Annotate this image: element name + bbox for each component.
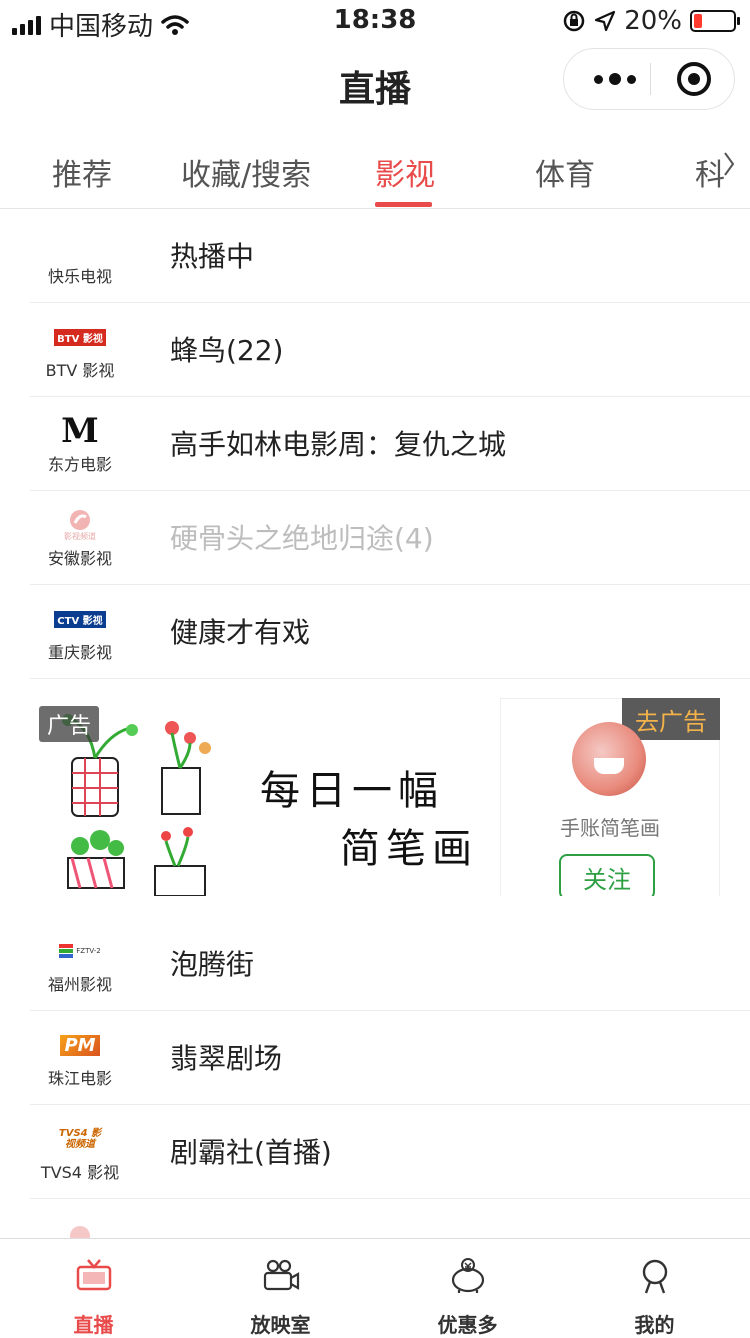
category-tabs: 推荐 收藏/搜索 影视 体育 科 xyxy=(0,126,750,209)
tab-science[interactable]: 科 xyxy=(695,150,725,194)
rotation-lock-icon xyxy=(563,10,585,32)
dragon-logo-text: M xyxy=(61,411,99,451)
channel-name: 福州影视 xyxy=(47,975,112,994)
status-bar: 中国移动 18:38 20% xyxy=(0,0,750,42)
program-title: 高手如林电影周：复仇之城 xyxy=(170,428,507,461)
tvs4-logo-text: TVS4 影视频道 xyxy=(58,1128,102,1150)
mini-program-capsule xyxy=(563,48,735,110)
program-title: 蜂鸟(22) xyxy=(170,334,284,367)
ad-tag: 广告 xyxy=(39,706,100,742)
ctv-logo-text: CTV 影视 xyxy=(54,610,106,628)
program-title: 硬骨头之绝地归途(4) xyxy=(170,522,434,555)
channel-name: 安徽影视 xyxy=(47,549,112,568)
battery-icon xyxy=(690,10,740,32)
channel-logo xyxy=(30,225,130,261)
btv-logo-text: BTV 影视 xyxy=(54,328,106,346)
anhui-logo-icon xyxy=(70,509,90,530)
tabbar-mine[interactable]: 我的 xyxy=(561,1239,748,1337)
list-item[interactable]: FZTV-2 福州影视 泡腾街 xyxy=(30,917,750,1011)
avatar xyxy=(572,722,646,796)
channel-logo: CTV 影视 xyxy=(30,601,130,637)
tabbar-deals[interactable]: 优惠多 xyxy=(374,1239,561,1337)
list-item[interactable]: CTV 影视 重庆影视 健康才有戏 xyxy=(30,585,750,679)
camera-icon xyxy=(263,1259,300,1291)
program-title: 泡腾街 xyxy=(170,948,255,981)
program-title: 翡翠剧场 xyxy=(170,1042,283,1075)
fztv-logo-text: FZTV-2 xyxy=(76,947,101,955)
channel-logo: PM xyxy=(30,1027,130,1063)
bottom-tab-bar: 直播 放映室 优惠多 我的 xyxy=(0,1238,750,1337)
location-arrow-icon xyxy=(595,10,616,32)
navigation-bar: 直播 xyxy=(0,40,750,126)
tab-sports[interactable]: 体育 xyxy=(535,150,595,194)
tab-recommend[interactable]: 推荐 xyxy=(52,150,112,194)
channel-logo: M xyxy=(30,411,130,451)
channel-name: 快乐电视 xyxy=(47,267,112,286)
list-item[interactable]: 快乐电视 热播中 xyxy=(30,209,750,303)
battery-percent: 20% xyxy=(624,6,682,36)
list-item[interactable]: PM 珠江电影 翡翠剧场 xyxy=(30,1011,750,1105)
fztv-logo-icon xyxy=(59,944,74,958)
active-tab-indicator xyxy=(375,202,432,207)
list-item[interactable]: M 东方电影 高手如林电影周：复仇之城 xyxy=(30,397,750,491)
ad-banner[interactable]: 广告 每日一幅 简笔画 去广告 手账简笔画 关注 xyxy=(30,688,720,896)
channel-logo: BTV 影视 xyxy=(30,319,130,355)
tab-film-tv[interactable]: 影视 xyxy=(375,150,435,194)
user-icon xyxy=(642,1259,668,1294)
tabbar-live[interactable]: 直播 xyxy=(0,1239,187,1337)
capsule-divider xyxy=(650,63,651,95)
channel-name: 重庆影视 xyxy=(47,643,112,662)
program-title: 剧霸社(首播) xyxy=(170,1136,332,1169)
channel-name: BTV 影视 xyxy=(45,361,115,380)
follow-button[interactable]: 关注 xyxy=(559,854,655,896)
channel-name: TVS4 影视 xyxy=(40,1163,120,1182)
tabbar-screening-room[interactable]: 放映室 xyxy=(187,1239,374,1337)
pm-logo-text: PM xyxy=(60,1034,100,1056)
tab-favorites-search[interactable]: 收藏/搜索 xyxy=(181,150,311,194)
channel-logo: FZTV-2 xyxy=(30,933,130,969)
channel-name: 东方电影 xyxy=(47,455,112,474)
channel-name: 珠江电影 xyxy=(47,1069,112,1088)
program-title: 健康才有戏 xyxy=(170,616,311,649)
tv-icon xyxy=(76,1259,112,1291)
anhui-logo-text: 影视频道 xyxy=(64,531,96,541)
channel-logo: TVS4 影视频道 xyxy=(30,1121,130,1157)
target-close-icon[interactable] xyxy=(677,62,711,96)
chevron-right-icon[interactable] xyxy=(722,150,736,186)
list-item[interactable]: 影视频道 安徽影视 硬骨头之绝地归途(4) xyxy=(30,491,750,585)
piggy-bank-icon xyxy=(451,1258,485,1293)
program-title: 热播中 xyxy=(170,240,255,273)
list-item[interactable]: TVS4 影视频道 TVS4 影视 剧霸社(首播) xyxy=(30,1105,750,1199)
list-item[interactable]: BTV 影视 BTV 影视 蜂鸟(22) xyxy=(30,303,750,397)
more-dots-icon[interactable] xyxy=(582,49,648,109)
ad-headline-1: 每日一幅 xyxy=(260,768,444,814)
channel-logo: 影视频道 xyxy=(30,507,130,543)
ad-headline-2: 简笔画 xyxy=(340,826,478,872)
ad-account-name: 手账简笔画 xyxy=(560,816,660,840)
